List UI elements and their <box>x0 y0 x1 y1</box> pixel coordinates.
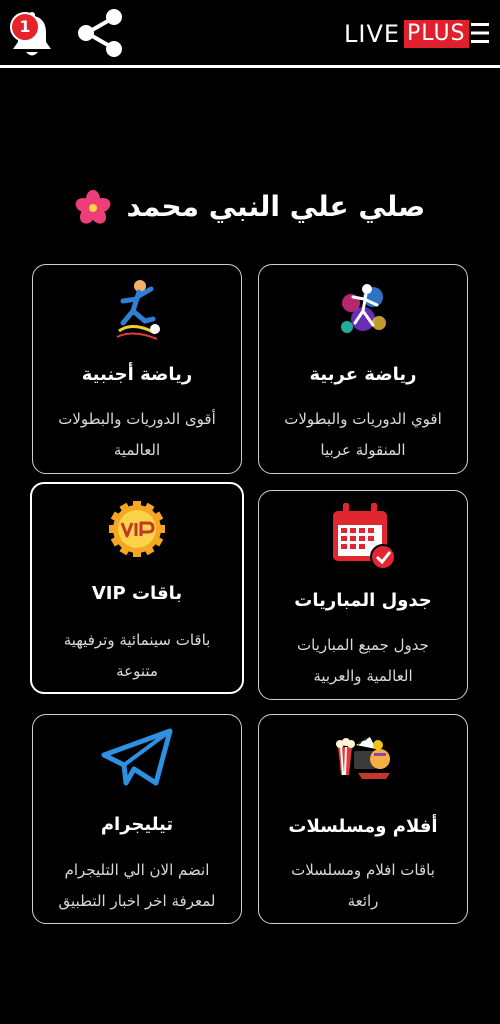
card-title: رياضة أجنبية <box>81 364 193 385</box>
card-title: باقات VIP <box>91 583 183 604</box>
card-arabic-sports[interactable]: رياضة عربية اقوي الدوريات والبطولات المن… <box>258 264 468 474</box>
card-title: أفلام ومسلسلات <box>288 816 438 837</box>
blessing-heading: صلي علي النبي محمد <box>0 182 500 232</box>
card-description-line: المنقولة عربيا <box>320 441 406 459</box>
card-description-line: لمعرفة اخر اخبار التطبيق <box>58 892 216 910</box>
arabic-sports-icon <box>341 284 386 333</box>
card-description-line: العالمية <box>113 441 161 459</box>
card-vip-packages[interactable]: باقات VIP باقات سينمائية وترفيهية متنوعة <box>30 482 244 694</box>
telegram-icon <box>101 728 173 786</box>
card-match-schedule[interactable]: جدول المباريات جدول جميع المباريات العال… <box>258 490 468 700</box>
card-description-line: رائعة <box>347 892 379 910</box>
app-logo: LIVE PLUS <box>344 18 469 50</box>
notifications-button[interactable]: 1 <box>10 10 54 58</box>
app-header: 1 LIVE PLUS <box>0 0 500 68</box>
card-description-line: أقوى الدوريات والبطولات <box>58 410 216 428</box>
card-description-line: باقات سينمائية وترفيهية <box>63 631 211 649</box>
foreign-sports-icon <box>116 280 160 340</box>
card-title: تيليجرام <box>100 814 174 835</box>
card-description-line: العالمية والعربية <box>313 667 413 685</box>
notification-badge: 1 <box>10 12 40 42</box>
card-description-line: جدول جميع المباريات <box>297 636 429 654</box>
logo-live-text: LIVE <box>344 20 401 48</box>
card-description-line: اقوي الدوريات والبطولات <box>284 410 442 428</box>
card-title: جدول المباريات <box>294 590 432 611</box>
card-description-line: متنوعة <box>116 662 158 680</box>
blessing-text: صلي علي النبي محمد <box>126 190 426 223</box>
card-description-line: انضم الان الي التليجرام <box>64 861 210 879</box>
calendar-icon <box>333 503 396 570</box>
logo-plus-text: PLUS <box>404 20 469 48</box>
movies-icon <box>336 737 390 779</box>
card-title: رياضة عربية <box>309 364 417 385</box>
vip-badge-icon <box>109 501 165 557</box>
menu-icon[interactable] <box>470 20 490 46</box>
hibiscus-icon <box>75 190 111 224</box>
card-movies-series[interactable]: أفلام ومسلسلات باقات افلام ومسلسلات رائع… <box>258 714 468 924</box>
card-foreign-sports[interactable]: رياضة أجنبية أقوى الدوريات والبطولات الع… <box>32 264 242 474</box>
card-telegram[interactable]: تيليجرام انضم الان الي التليجرام لمعرفة … <box>32 714 242 924</box>
share-icon[interactable] <box>76 8 124 58</box>
card-description-line: باقات افلام ومسلسلات <box>291 861 435 879</box>
